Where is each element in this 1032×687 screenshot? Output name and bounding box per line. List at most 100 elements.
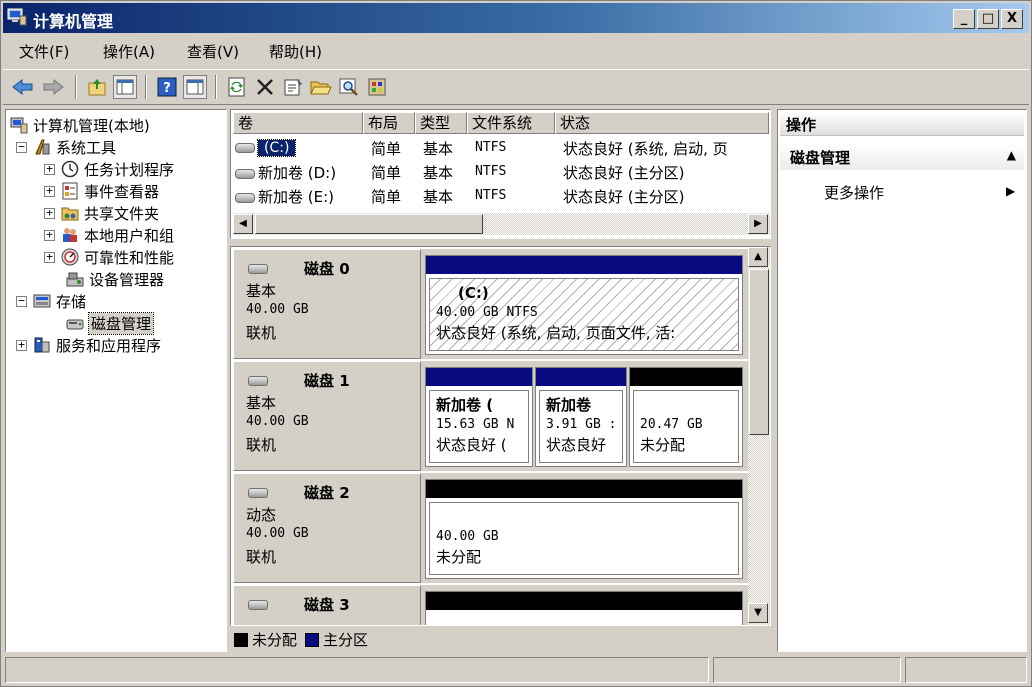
search-icon[interactable] xyxy=(337,75,361,99)
disk-label[interactable]: 磁盘 1 基本 40.00 GB 联机 xyxy=(233,361,421,471)
volume-name: (C:) xyxy=(256,139,297,157)
partition-status: 状态良好 (系统, 启动, 页面文件, 活: xyxy=(436,324,676,342)
scroll-thumb[interactable] xyxy=(255,214,483,234)
expand-icon[interactable]: + xyxy=(44,229,55,241)
collapse-icon[interactable]: − xyxy=(16,141,27,153)
disk-graphical-view: 磁盘 0 基本 40.00 GB 联机 (C:) 40.00 GB NTFS 状… xyxy=(230,246,771,626)
column-header-filesystem[interactable]: 文件系统 xyxy=(467,112,555,134)
scroll-up-icon[interactable]: ▲ xyxy=(748,247,768,267)
tree-item-shared-folders[interactable]: + 共享文件夹 xyxy=(44,202,159,224)
collapse-icon[interactable]: − xyxy=(16,295,27,307)
status-cell xyxy=(905,657,1027,683)
column-header-layout[interactable]: 布局 xyxy=(363,112,415,134)
window-title: 计算机管理 xyxy=(33,12,114,31)
tree-item-local-users[interactable]: + 本地用户和组 xyxy=(44,224,174,246)
partition-size: 3.91 GB : xyxy=(546,417,617,432)
menu-help[interactable]: 帮助(H) xyxy=(269,41,322,62)
performance-icon xyxy=(61,248,79,266)
column-header-volume[interactable]: 卷 xyxy=(233,112,363,134)
collapse-up-icon[interactable]: ▲ xyxy=(1007,148,1016,162)
expand-icon[interactable]: + xyxy=(44,163,55,175)
scroll-thumb[interactable] xyxy=(749,269,769,435)
menu-action[interactable]: 操作(A) xyxy=(103,41,155,62)
volume-type: 基本 xyxy=(423,188,454,206)
help-icon[interactable]: ? xyxy=(155,75,179,99)
tree-item-computer-management[interactable]: 计算机管理(本地) xyxy=(10,114,150,136)
column-header-status[interactable]: 状态 xyxy=(555,112,769,134)
show-hide-action-pane-icon[interactable] xyxy=(183,75,207,99)
close-button[interactable]: X xyxy=(1001,9,1023,29)
up-folder-icon[interactable] xyxy=(85,75,109,99)
partition-size: 20.47 GB xyxy=(640,417,703,432)
properties-icon[interactable] xyxy=(281,75,305,99)
table-row[interactable]: (C:) 简单 基本 NTFS 状态良好 (系统, 启动, 页 xyxy=(231,136,761,158)
table-row[interactable]: 新加卷 (D:) 简单 基本 NTFS 状态良好 (主分区) xyxy=(231,160,761,182)
scroll-left-icon[interactable]: ◀ xyxy=(233,214,253,234)
disk-icon xyxy=(235,192,255,203)
computer-management-icon xyxy=(10,117,28,134)
maximize-button[interactable]: □ xyxy=(977,9,999,29)
refresh-icon[interactable] xyxy=(225,75,249,99)
menu-view[interactable]: 查看(V) xyxy=(187,41,239,62)
legend-swatch-primary xyxy=(305,632,320,647)
horizontal-scrollbar[interactable]: ◀ ▶ xyxy=(233,213,770,235)
tree-item-reliability[interactable]: + 可靠性和性能 xyxy=(44,246,174,268)
tree-item-device-manager[interactable]: 设备管理器 xyxy=(66,268,164,290)
partition[interactable]: 40.00 GB 未分配 xyxy=(425,479,743,579)
volume-list: 卷 布局 类型 文件系统 状态 (C:) 简单 基本 NTFS 状态良好 (系统… xyxy=(230,109,771,239)
vertical-scrollbar[interactable]: ▲ ▼ xyxy=(748,247,770,625)
partition[interactable]: (C:) 40.00 GB NTFS 状态良好 (系统, 启动, 页面文件, 活… xyxy=(425,255,743,355)
tree-item-disk-management[interactable]: 磁盘管理 xyxy=(66,311,155,335)
disk-kind: 动态 xyxy=(246,506,277,524)
volume-fs: NTFS xyxy=(475,188,507,203)
disk-label[interactable]: 磁盘 2 动态 40.00 GB 联机 xyxy=(233,473,421,583)
tree-item-label: 磁盘管理 xyxy=(87,311,155,335)
disk-icon xyxy=(248,264,268,274)
partition-title: 新加卷 ( xyxy=(436,396,494,414)
tree-item-label: 存储 xyxy=(56,292,87,311)
partition[interactable]: 新加卷 3.91 GB : 状态良好 xyxy=(535,367,627,467)
disk-size: 40.00 GB xyxy=(246,302,309,317)
expand-icon[interactable]: + xyxy=(44,207,55,219)
back-arrow-icon[interactable] xyxy=(11,75,35,99)
disk-label[interactable]: 磁盘 0 基本 40.00 GB 联机 xyxy=(233,249,421,359)
more-actions-item[interactable]: 更多操作 xyxy=(824,182,884,203)
disk-kind: 基本 xyxy=(246,282,277,300)
disk-icon xyxy=(235,168,255,179)
partition-bar xyxy=(426,256,742,274)
tree-item-services-apps[interactable]: + 服务和应用程序 xyxy=(16,334,161,356)
open-folder-icon[interactable] xyxy=(309,75,333,99)
tree-item-event-viewer[interactable]: + 事件查看器 xyxy=(44,180,159,202)
partition[interactable]: 20.47 GB 未分配 xyxy=(629,367,743,467)
tree-item-system-tools[interactable]: − 系统工具 xyxy=(16,136,116,158)
table-row[interactable]: 新加卷 (E:) 简单 基本 NTFS 状态良好 (主分区) xyxy=(231,184,761,206)
minimize-button[interactable]: _ xyxy=(953,9,975,29)
tree-item-task-scheduler[interactable]: + 任务计划程序 xyxy=(44,158,174,180)
partition-size: 40.00 GB xyxy=(436,529,499,544)
partition[interactable]: 新加卷 ( 15.63 GB N 状态良好 ( xyxy=(425,367,533,467)
volume-status: 状态良好 (主分区) xyxy=(563,188,685,206)
actions-section-disk-management[interactable]: 磁盘管理 ▲ xyxy=(780,144,1024,170)
expand-icon[interactable]: + xyxy=(44,251,55,263)
legend-swatch-unallocated xyxy=(234,632,248,647)
partition-bar xyxy=(536,368,626,386)
volume-status: 状态良好 (主分区) xyxy=(563,164,685,182)
title-bar[interactable]: 计算机管理 _ □ X xyxy=(3,3,1029,33)
expand-icon[interactable]: + xyxy=(16,339,27,351)
disk-label[interactable]: 磁盘 3 xyxy=(233,585,421,625)
show-hide-tree-icon[interactable] xyxy=(113,75,137,99)
center-pane: 卷 布局 类型 文件系统 状态 (C:) 简单 基本 NTFS 状态良好 (系统… xyxy=(230,109,771,652)
navigation-tree: 计算机管理(本地) − 系统工具 + 任务计划程序 + 事件查看器 + 共享文件… xyxy=(5,109,227,652)
submenu-arrow-icon[interactable]: ▶ xyxy=(1006,184,1015,198)
menu-file[interactable]: 文件(F) xyxy=(19,41,69,62)
forward-arrow-icon[interactable] xyxy=(41,75,65,99)
delete-icon[interactable] xyxy=(253,75,277,99)
scroll-right-icon[interactable]: ▶ xyxy=(748,214,768,234)
tree-item-storage[interactable]: − 存储 xyxy=(16,290,86,312)
partition[interactable] xyxy=(425,591,743,625)
scroll-down-icon[interactable]: ▼ xyxy=(748,603,768,623)
column-header-type[interactable]: 类型 xyxy=(415,112,467,134)
disk-tools-icon[interactable] xyxy=(365,75,389,99)
disk-icon xyxy=(248,488,268,498)
expand-icon[interactable]: + xyxy=(44,185,55,197)
